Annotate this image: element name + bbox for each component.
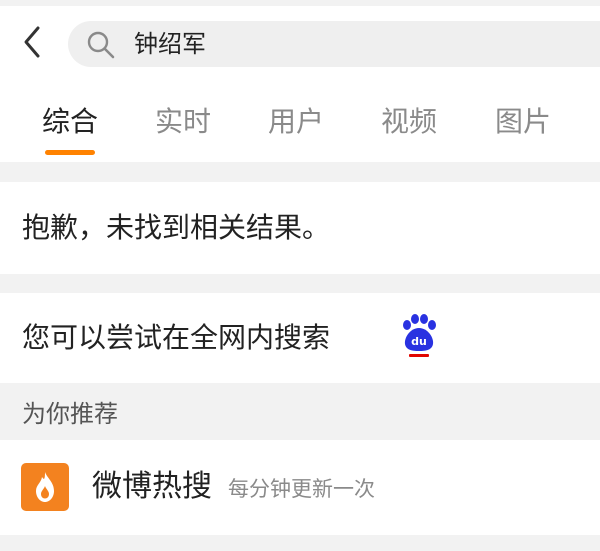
web-search-suggestion[interactable]: 您可以尝试在全网内搜索 du [0, 293, 600, 383]
search-query-text: 钟绍军 [134, 30, 206, 58]
search-tabs: 综合 实时 用户 视频 图片 [0, 80, 600, 162]
top-bar: 钟绍军 [0, 6, 600, 80]
search-input[interactable]: 钟绍军 [68, 21, 600, 67]
active-tab-indicator [45, 150, 95, 155]
no-result-message: 抱歉，未找到相关结果。 [0, 182, 600, 274]
tab-realtime[interactable]: 实时 [143, 102, 223, 142]
baidu-paw-icon: du [403, 314, 436, 357]
section-divider [0, 274, 600, 293]
recommend-header-label: 为你推荐 [22, 400, 118, 428]
recommend-header: 为你推荐 [0, 383, 600, 440]
tab-comprehensive[interactable]: 综合 [30, 102, 110, 142]
hot-search-title: 微博热搜 [92, 469, 212, 504]
tab-images[interactable]: 图片 [483, 102, 563, 142]
back-button[interactable] [14, 20, 54, 64]
list-item-hot-search[interactable]: 微博热搜 每分钟更新一次 [0, 440, 600, 535]
tab-users[interactable]: 用户 [256, 102, 336, 142]
baidu-icon-text: du [411, 335, 427, 348]
no-result-text: 抱歉，未找到相关结果。 [22, 211, 331, 244]
hot-search-subtitle: 每分钟更新一次 [228, 477, 375, 501]
web-search-suggestion-text: 您可以尝试在全网内搜索 [22, 321, 331, 354]
chevron-left-icon [24, 26, 40, 58]
section-divider [0, 162, 600, 182]
bottom-divider [0, 535, 600, 551]
tab-videos[interactable]: 视频 [369, 102, 449, 142]
search-icon [87, 31, 115, 59]
fire-icon [21, 463, 69, 511]
